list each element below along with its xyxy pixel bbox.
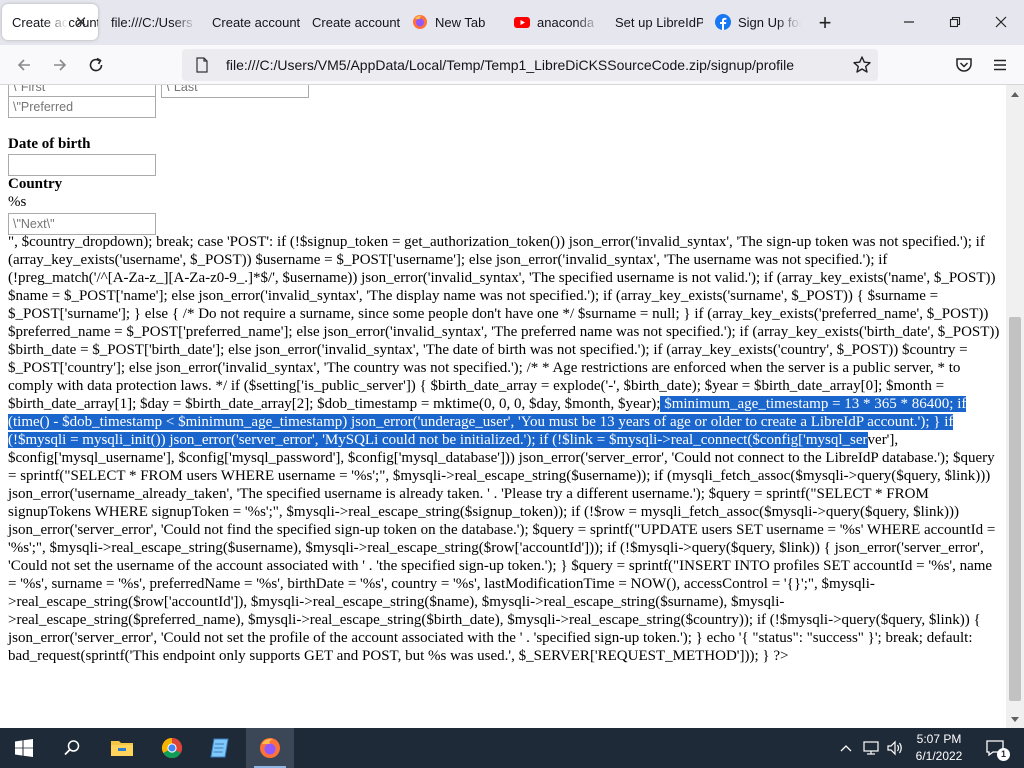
- close-icon: [995, 16, 1007, 28]
- tab-strip: Create account ✕ file:///C:/Users Create…: [0, 0, 1024, 45]
- start-button[interactable]: [0, 728, 48, 768]
- network-icon: [863, 741, 879, 755]
- clock-date: 6/1/2022: [915, 749, 963, 763]
- system-clock[interactable]: 5:07 PM 6/1/2022: [908, 731, 970, 765]
- file-explorer-button[interactable]: [98, 728, 146, 768]
- back-button[interactable]: [10, 51, 38, 79]
- preferred-name-input[interactable]: \"Preferred: [8, 96, 156, 118]
- back-arrow-icon: [17, 59, 30, 71]
- scroll-thumb[interactable]: [1009, 317, 1021, 701]
- facebook-icon: [715, 14, 731, 30]
- forward-button[interactable]: [46, 51, 74, 79]
- hamburger-menu-icon: [994, 59, 1006, 71]
- show-hidden-icons-button[interactable]: [836, 728, 856, 768]
- clock-time: 5:07 PM: [916, 732, 962, 746]
- code-text-before: ", $country_dropdown); break; case 'POST…: [8, 234, 1000, 412]
- minimize-button[interactable]: [886, 6, 932, 38]
- firefox-icon: [260, 738, 280, 758]
- url-text: file:///C:/Users/VM5/AppData/Local/Temp/…: [226, 57, 795, 73]
- tab-anaconda[interactable]: anaconda: [504, 4, 600, 40]
- firefox-button[interactable]: [246, 728, 294, 768]
- chevron-up-icon: [840, 745, 852, 752]
- last-name-placeholder: \"Last: [166, 85, 198, 94]
- tab-sign-up-facebook[interactable]: Sign Up for: [705, 4, 801, 40]
- notepad-button[interactable]: [196, 728, 244, 768]
- first-name-placeholder: \"First: [13, 85, 46, 94]
- speaker-icon: [887, 740, 902, 756]
- restore-button[interactable]: [932, 6, 978, 38]
- next-button-field[interactable]: \"Next\": [8, 213, 156, 235]
- country-heading: Country: [8, 176, 63, 192]
- notification-count-badge: 1: [997, 748, 1010, 761]
- tab-label: Set up LibreIdP: [615, 14, 703, 30]
- search-icon: [64, 740, 80, 756]
- new-tab-button[interactable]: +: [812, 10, 838, 36]
- youtube-icon: [514, 14, 530, 30]
- code-text-after: ver'], $config['mysql_username'], $confi…: [8, 432, 996, 664]
- preferred-name-placeholder: \"Preferred: [13, 100, 74, 114]
- raw-php-source-text: ", $country_dropdown); break; case 'POST…: [8, 233, 1002, 665]
- tab-new-tab[interactable]: New Tab: [402, 4, 502, 40]
- pocket-button[interactable]: [950, 51, 978, 79]
- vertical-scrollbar[interactable]: [1006, 85, 1024, 728]
- search-button[interactable]: [48, 728, 96, 768]
- last-name-input[interactable]: \"Last: [161, 85, 309, 98]
- firefox-icon: [412, 14, 428, 30]
- volume-button[interactable]: [884, 728, 906, 768]
- bookmark-star-icon[interactable]: [852, 55, 872, 75]
- scroll-up-button[interactable]: [1006, 85, 1024, 102]
- tab-file-users[interactable]: file:///C:/Users: [101, 4, 197, 40]
- next-placeholder: \"Next\": [13, 217, 55, 231]
- scroll-down-button[interactable]: [1006, 711, 1024, 728]
- menu-button[interactable]: [986, 51, 1014, 79]
- pocket-icon: [956, 58, 972, 72]
- file-explorer-icon: [111, 741, 133, 756]
- minimize-icon: [904, 21, 914, 23]
- page-icon: [196, 57, 208, 73]
- notepad-icon: [210, 738, 229, 758]
- close-tab-icon[interactable]: ✕: [72, 13, 90, 31]
- tab-label: New Tab: [435, 14, 486, 30]
- windows-start-icon: [15, 739, 33, 757]
- chrome-button[interactable]: [148, 728, 196, 768]
- date-of-birth-input[interactable]: [8, 154, 156, 176]
- tab-create-account-3[interactable]: Create account: [302, 4, 400, 40]
- tab-label: Create account: [212, 14, 300, 30]
- chrome-icon: [161, 737, 183, 759]
- restore-icon: [949, 16, 961, 28]
- forward-arrow-icon: [54, 59, 67, 71]
- page-content: \"First \"Last \"Preferred Date of birth…: [0, 85, 1006, 728]
- close-window-button[interactable]: [978, 6, 1024, 38]
- network-button[interactable]: [860, 728, 882, 768]
- scroll-up-arrow-icon: [1011, 91, 1019, 97]
- tab-label: Create account: [312, 14, 400, 30]
- reload-icon: [89, 57, 103, 72]
- reload-button[interactable]: [82, 51, 110, 79]
- date-of-birth-heading: Date of birth: [8, 136, 91, 152]
- windows-taskbar: 5:07 PM 6/1/2022 1: [0, 728, 1024, 768]
- format-placeholder-text: %s: [8, 194, 27, 210]
- scroll-down-arrow-icon: [1011, 716, 1019, 722]
- navigation-toolbar: file:///C:/Users/VM5/AppData/Local/Temp/…: [0, 45, 1024, 85]
- tab-set-up-libreidp[interactable]: Set up LibreIdP: [605, 4, 703, 40]
- address-bar[interactable]: file:///C:/Users/VM5/AppData/Local/Temp/…: [182, 49, 878, 81]
- notification-center-button[interactable]: 1: [980, 728, 1010, 768]
- tab-create-account-2[interactable]: Create account: [202, 4, 300, 40]
- tab-create-account-active[interactable]: Create account ✕: [2, 4, 98, 40]
